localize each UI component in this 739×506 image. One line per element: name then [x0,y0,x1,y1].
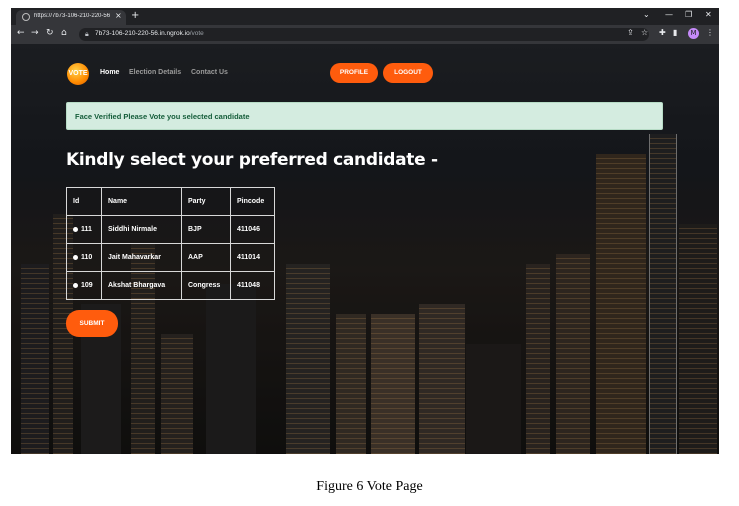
profile-avatar[interactable]: M [688,28,699,39]
close-window-icon[interactable]: ✕ [705,10,712,19]
globe-icon [22,13,30,21]
new-tab-button[interactable]: + [131,10,139,21]
logout-button[interactable]: LOGOUT [383,63,433,83]
url-path: /vote [189,30,204,37]
forward-icon[interactable]: → [31,28,39,38]
candidate-party: BJP [181,215,231,244]
candidate-pincode: 411014 [230,243,275,272]
profile-button[interactable]: PROFILE [330,63,378,83]
header-pincode: Pincode [230,187,275,216]
home-icon[interactable]: ⌂ [61,28,67,38]
browser-tab[interactable]: https://7b73-106-210-220-56.in... × [16,10,126,25]
candidate-id: 111 [81,226,92,233]
candidate-name: Jait Mahavarkar [101,243,182,272]
address-toolbar: ← → ↻ ⌂ 🔒︎ 7b73-106-210-220-56.in.ngrok.… [11,25,719,44]
candidate-table: Id Name Party Pincode 111 Siddhi Nirmale… [66,187,275,300]
url-text[interactable]: 7b73-106-210-220-56.in.ngrok.io/vote [95,30,204,37]
vote-logo[interactable]: VOTE [67,63,89,85]
radio-button[interactable] [73,226,78,232]
table-header-row: Id Name Party Pincode [66,187,275,216]
table-row[interactable]: 110 Jait Mahavarkar AAP 411014 [66,243,275,272]
page-viewport: VOTE Home Election Details Contact Us PR… [11,44,719,454]
success-alert: Face Verified Please Vote you selected c… [66,102,663,130]
minimize-icon[interactable]: — [665,10,673,19]
candidate-pincode: 411046 [230,215,275,244]
star-icon[interactable]: ☆ [641,28,648,37]
table-row[interactable]: 111 Siddhi Nirmale BJP 411046 [66,215,275,244]
candidate-party: Congress [181,271,231,300]
address-bar[interactable]: 🔒︎ 7b73-106-210-220-56.in.ngrok.io/vote [79,28,649,41]
candidate-name: Siddhi Nirmale [101,215,182,244]
menu-icon[interactable]: ⋮ [706,28,714,37]
url-host: 7b73-106-210-220-56.in.ngrok.io [95,30,190,37]
id-cell[interactable]: 110 [66,243,102,272]
page-heading: Kindly select your preferred candidate - [66,150,438,170]
id-cell[interactable]: 111 [66,215,102,244]
close-tab-icon[interactable]: × [115,11,122,20]
candidate-id: 110 [81,254,93,261]
header-id: Id [66,187,102,216]
back-icon[interactable]: ← [17,28,25,38]
candidate-name: Akshat Bhargava [101,271,182,300]
browser-screenshot: https://7b73-106-210-220-56.in... × + ⌄ … [11,8,719,454]
tab-strip: https://7b73-106-210-220-56.in... × + ⌄ … [11,8,719,25]
submit-button[interactable]: SUBMIT [66,310,118,337]
alert-text: Face Verified Please Vote you selected c… [75,112,250,121]
id-cell[interactable]: 109 [66,271,102,300]
share-icon[interactable]: ⇪ [627,28,634,37]
restore-icon[interactable]: ❐ [685,10,692,19]
nav-election-details[interactable]: Election Details [129,69,181,76]
candidate-id: 109 [81,282,93,289]
header-name: Name [101,187,182,216]
figure-caption: Figure 6 Vote Page [316,479,423,494]
tab-search-icon[interactable]: ⌄ [643,10,650,19]
radio-button[interactable] [73,254,78,260]
nav-home[interactable]: Home [100,69,119,76]
sidepanel-icon[interactable]: ▮ [673,28,677,37]
lock-icon[interactable]: 🔒︎ [85,30,89,39]
nav-contact-us[interactable]: Contact Us [191,69,228,76]
table-row[interactable]: 109 Akshat Bhargava Congress 411048 [66,271,275,300]
candidate-party: AAP [181,243,231,272]
candidate-pincode: 411048 [230,271,275,300]
radio-button[interactable] [73,282,78,288]
reload-icon[interactable]: ↻ [46,28,54,38]
extensions-icon[interactable]: ✚ [659,28,666,37]
header-party: Party [181,187,231,216]
tab-title: https://7b73-106-210-220-56.in... [34,13,110,19]
